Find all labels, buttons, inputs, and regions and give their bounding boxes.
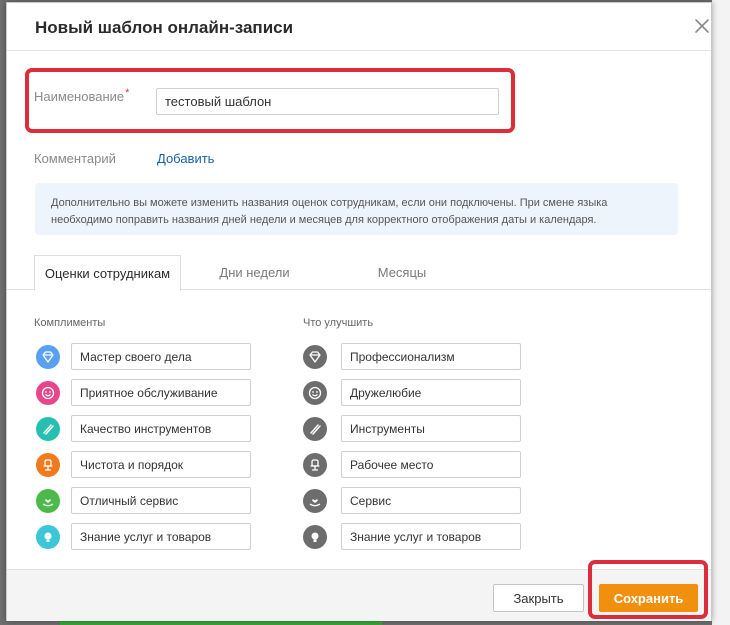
smile-icon	[36, 381, 60, 405]
compliment-input-3[interactable]	[71, 415, 251, 442]
tools-icon	[303, 417, 327, 441]
improve-input-1[interactable]	[341, 343, 521, 370]
save-button[interactable]: Сохранить	[599, 584, 698, 612]
improve-input-5[interactable]	[341, 487, 521, 514]
name-input[interactable]	[156, 88, 499, 115]
improve-title: Что улучшить	[303, 317, 374, 329]
hand-heart-icon	[303, 489, 327, 513]
add-comment-link[interactable]: Добавить	[157, 151, 214, 166]
name-label: Наименование*	[34, 87, 130, 104]
compliment-input-5[interactable]	[71, 487, 251, 514]
chair-icon	[303, 453, 327, 477]
compliment-input-6[interactable]	[71, 523, 251, 550]
modal-header: Новый шаблон онлайн-записи	[7, 3, 711, 51]
tab-weekdays[interactable]: Дни недели	[197, 255, 312, 291]
template-modal: Новый шаблон онлайн-записи Наименование*…	[6, 2, 712, 621]
close-icon[interactable]	[693, 17, 711, 35]
improve-input-2[interactable]	[341, 379, 521, 406]
improve-input-6[interactable]	[341, 523, 521, 550]
compliment-input-2[interactable]	[71, 379, 251, 406]
chair-icon	[36, 453, 60, 477]
hand-heart-icon	[36, 489, 60, 513]
diamond-icon	[36, 345, 60, 369]
smile-icon	[303, 381, 327, 405]
compliment-input-4[interactable]	[71, 451, 251, 478]
info-box: Дополнительно вы можете изменить названи…	[35, 183, 678, 235]
compliments-title: Комплименты	[34, 317, 106, 329]
compliment-input-1[interactable]	[71, 343, 251, 370]
modal-footer: Закрыть Сохранить	[7, 569, 711, 621]
improve-input-4[interactable]	[341, 451, 521, 478]
comment-label: Комментарий	[34, 151, 116, 166]
required-mark: *	[125, 87, 130, 99]
tools-icon	[36, 417, 60, 441]
tab-employee-ratings[interactable]: Оценки сотрудникам	[34, 255, 181, 291]
improve-input-3[interactable]	[341, 415, 521, 442]
tabs-bar: Оценки сотрудникам Дни недели Месяцы	[7, 255, 711, 291]
lightbulb-icon	[303, 525, 327, 549]
background-page	[712, 0, 730, 625]
tab-months[interactable]: Месяцы	[337, 255, 467, 291]
close-button[interactable]: Закрыть	[493, 584, 584, 612]
lightbulb-icon	[36, 525, 60, 549]
diamond-icon	[303, 345, 327, 369]
modal-title: Новый шаблон онлайн-записи	[35, 18, 294, 37]
